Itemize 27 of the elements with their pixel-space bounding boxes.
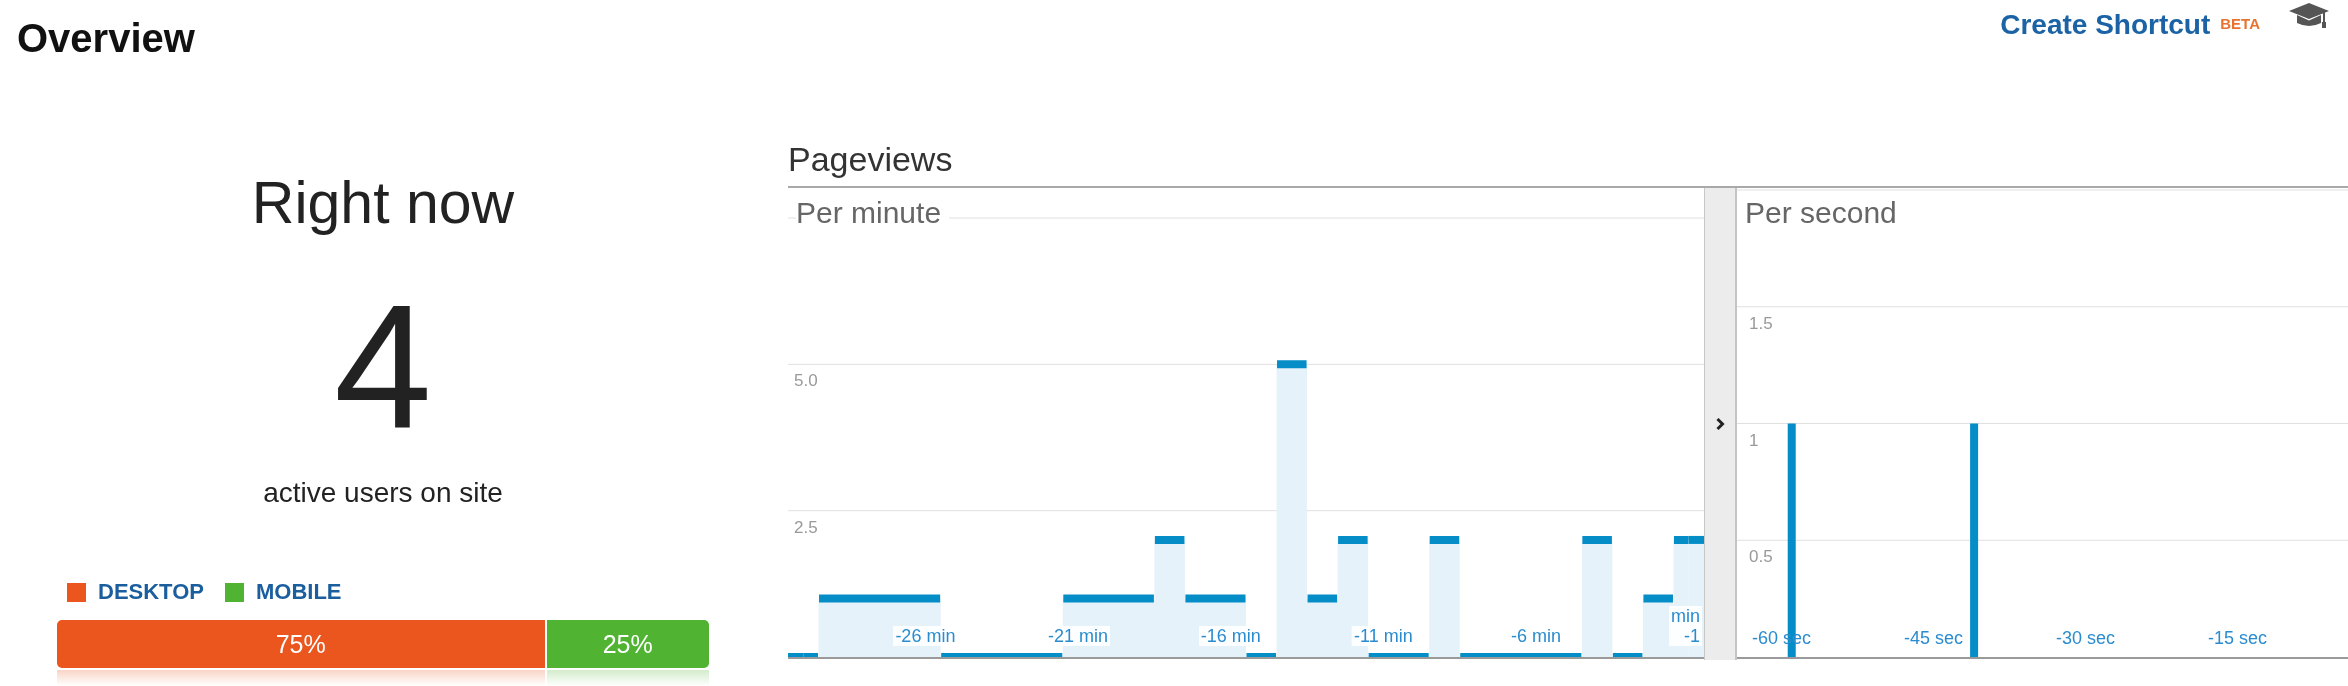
x-axis-label: -16 min: [1198, 626, 1263, 646]
graduation-cap-icon[interactable]: [2288, 2, 2330, 30]
beta-label: BETA: [2220, 16, 2260, 31]
create-shortcut-link[interactable]: Create Shortcut: [2000, 11, 2211, 39]
x-axis-label: -45 sec: [1904, 628, 1964, 648]
share-segment: 25%: [546, 620, 709, 668]
y-axis-label: 5.0: [794, 371, 818, 391]
x-axis-label: -1 min: [1669, 606, 1702, 646]
collapse-handle[interactable]: [1704, 188, 1737, 660]
x-axis-label: -11 min: [1352, 626, 1415, 646]
y-axis-label: 1.5: [1749, 313, 1773, 333]
y-axis-label: 1: [1749, 430, 1759, 450]
x-axis-label: -26 min: [893, 626, 958, 646]
y-axis-label: 0.5: [1749, 547, 1773, 567]
share-segment: 75%: [57, 620, 545, 668]
active-user-count: 4: [334, 279, 432, 455]
page-title: Overview: [17, 18, 195, 58]
legend-label: MOBILE: [255, 581, 342, 603]
pageviews-title: Pageviews: [788, 142, 954, 176]
x-axis-label: -21 min: [1046, 626, 1111, 646]
y-axis-label: 2.5: [794, 517, 818, 537]
chevron-right-icon: [1715, 417, 1725, 431]
right-now-title: Right now: [251, 174, 515, 233]
legend-label: DESKTOP: [98, 581, 204, 603]
x-axis-label: -15 sec: [2208, 628, 2268, 648]
active-users-caption: active users on site: [263, 479, 503, 507]
x-axis-label: -30 sec: [2056, 628, 2116, 648]
